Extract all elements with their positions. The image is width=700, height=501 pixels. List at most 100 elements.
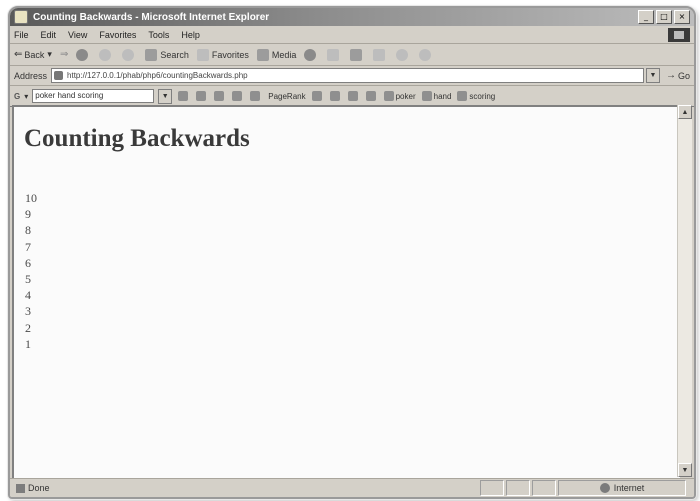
- news-icon: [214, 91, 225, 101]
- number-line: 8: [25, 223, 31, 238]
- number-line: 7: [25, 239, 31, 254]
- number-line: 5: [25, 271, 31, 286]
- autofill-button[interactable]: [329, 91, 342, 101]
- print-button[interactable]: [350, 48, 365, 61]
- menu-tools[interactable]: Tools: [148, 30, 169, 40]
- menu-help[interactable]: Help: [181, 30, 200, 40]
- groups-icon: [232, 91, 243, 101]
- home-button[interactable]: [122, 48, 137, 61]
- options-button[interactable]: [347, 91, 360, 101]
- back-button[interactable]: ⇐ Back ▾: [14, 49, 52, 60]
- menu-file[interactable]: File: [14, 30, 29, 40]
- page-icon: [54, 71, 64, 80]
- media-icon: [256, 48, 269, 61]
- status-cell: [506, 480, 530, 496]
- number-line: 10: [25, 191, 37, 205]
- security-zone: Internet: [558, 480, 686, 496]
- find-term-icon: [383, 91, 394, 101]
- google-search-input[interactable]: poker hand scoring: [32, 89, 155, 103]
- search-web-icon: [178, 91, 189, 101]
- standard-toolbar: ⇐ Back ▾ ⇒ Search Favorites Media: [10, 44, 694, 66]
- forward-button[interactable]: ⇒: [60, 49, 68, 60]
- status-message: Done: [10, 483, 480, 493]
- menu-favorites[interactable]: Favorites: [99, 30, 136, 40]
- address-dropdown-button[interactable]: ▼: [645, 68, 660, 83]
- scroll-down-button[interactable]: ▼: [678, 463, 692, 477]
- edit-icon: [373, 48, 386, 61]
- browser-window: Counting Backwards - Microsoft Internet …: [8, 6, 696, 499]
- close-button[interactable]: ×: [674, 10, 690, 24]
- address-label: Address: [14, 70, 48, 81]
- window-title: Counting Backwards - Microsoft Internet …: [33, 11, 270, 23]
- highlight-button[interactable]: [365, 91, 378, 101]
- page-heading: Counting Backwards: [24, 125, 250, 152]
- media-button[interactable]: Media: [256, 48, 296, 61]
- stop-button[interactable]: [76, 48, 91, 61]
- edit-button[interactable]: [373, 48, 388, 61]
- number-line: 4: [25, 288, 31, 303]
- status-cell: [532, 480, 556, 496]
- maximize-button[interactable]: □: [656, 10, 672, 24]
- highlight-icon: [365, 91, 376, 101]
- mail-button[interactable]: [327, 48, 342, 61]
- google-search-web-button[interactable]: [178, 91, 190, 101]
- title-bar[interactable]: Counting Backwards - Microsoft Internet …: [10, 8, 694, 26]
- refresh-icon: [99, 48, 112, 61]
- refresh-button[interactable]: [99, 48, 114, 61]
- go-arrow-icon: →: [665, 70, 676, 81]
- menu-view[interactable]: View: [68, 30, 87, 40]
- search-site-icon: [196, 91, 207, 101]
- page-done-icon: [16, 483, 25, 493]
- info-icon: [250, 91, 261, 101]
- scroll-up-button[interactable]: ▲: [678, 105, 692, 119]
- number-line: 6: [25, 255, 31, 270]
- print-icon: [350, 48, 363, 61]
- ie-app-icon: [14, 10, 28, 24]
- chevron-down-icon[interactable]: ▾: [24, 92, 28, 101]
- menu-bar: File Edit View Favorites Tools Help: [10, 26, 694, 44]
- status-cell: [480, 480, 504, 496]
- popup-blocker-button[interactable]: [311, 91, 324, 101]
- status-bar: Done Internet: [10, 478, 694, 497]
- options-icon: [347, 91, 358, 101]
- google-groups-button[interactable]: [232, 91, 244, 101]
- messenger-icon: [419, 48, 432, 61]
- history-icon: [304, 48, 317, 61]
- stop-icon: [76, 48, 89, 61]
- page-content: Counting Backwards 10 9 8 7 6 5 4 3 2 1: [12, 105, 680, 479]
- favorites-button[interactable]: Favorites: [196, 48, 249, 61]
- number-line: 3: [25, 304, 31, 319]
- windows-flag-icon: [668, 27, 690, 42]
- globe-icon: [599, 483, 610, 493]
- google-info-button[interactable]: [250, 91, 262, 101]
- google-logo-icon[interactable]: G: [14, 92, 20, 101]
- address-url: http://127.0.0.1/phab/php6/countingBackw…: [67, 71, 248, 80]
- term-button-hand[interactable]: hand: [421, 91, 451, 101]
- autofill-icon: [329, 91, 340, 101]
- number-line: 9: [25, 207, 31, 222]
- search-button[interactable]: Search: [145, 48, 189, 61]
- google-search-dropdown[interactable]: ▼: [158, 88, 173, 104]
- number-line: 2: [25, 320, 31, 335]
- number-list: 10 9 8 7 6 5 4 3 2 1: [25, 190, 37, 352]
- chevron-down-icon: ▾: [47, 49, 52, 59]
- term-button-poker[interactable]: poker: [383, 91, 416, 101]
- google-search-site-button[interactable]: [196, 91, 208, 101]
- discuss-icon: [396, 48, 409, 61]
- pagerank-indicator: PageRank: [268, 91, 306, 101]
- go-button[interactable]: → Go: [666, 70, 690, 81]
- google-toolbar: G ▾ poker hand scoring ▼ PageRank poker …: [10, 86, 694, 107]
- history-button[interactable]: [304, 48, 319, 61]
- mail-icon: [327, 48, 340, 61]
- messenger-button[interactable]: [419, 48, 434, 61]
- window-controls: _ □ ×: [638, 10, 690, 24]
- address-input[interactable]: http://127.0.0.1/phab/php6/countingBackw…: [51, 68, 644, 83]
- vertical-scrollbar[interactable]: ▲ ▼: [677, 105, 692, 477]
- minimize-button[interactable]: _: [638, 10, 654, 24]
- forward-arrow-icon: ⇒: [59, 49, 69, 60]
- google-news-button[interactable]: [214, 91, 226, 101]
- term-button-scoring[interactable]: scoring: [457, 91, 495, 101]
- menu-edit[interactable]: Edit: [41, 30, 57, 40]
- discuss-button[interactable]: [396, 48, 411, 61]
- back-arrow-icon: ⇐: [14, 49, 23, 60]
